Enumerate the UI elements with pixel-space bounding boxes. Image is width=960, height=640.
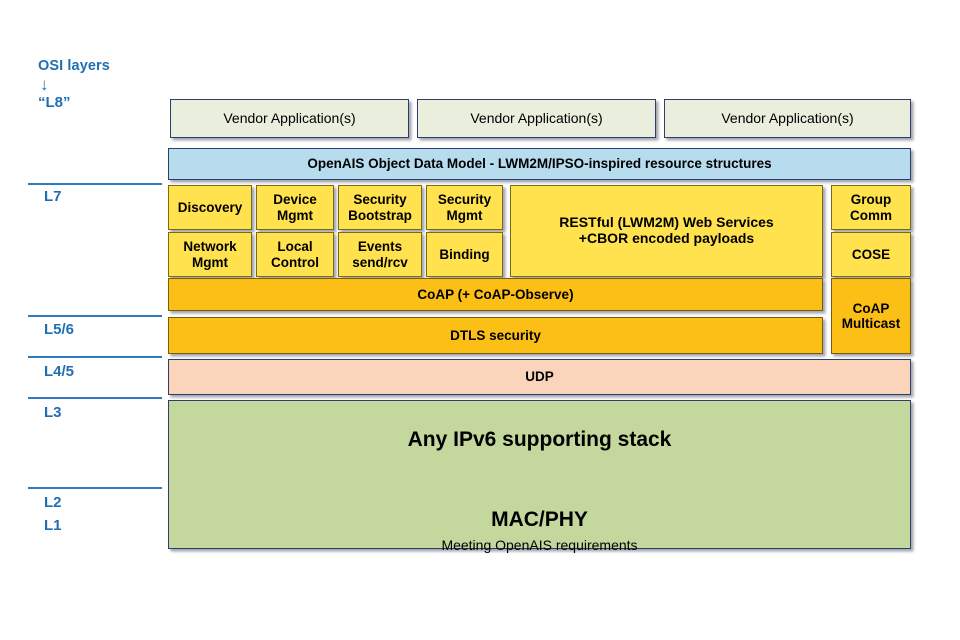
service-box-events[interactable]: Events send/rcv — [338, 232, 422, 277]
down-arrow-icon: ↓ — [40, 74, 49, 94]
restful-web-services-box[interactable]: RESTful (LWM2M) Web Services +CBOR encod… — [510, 185, 823, 277]
service-label-line1: COSE — [851, 246, 891, 262]
service-label-line1: Security — [437, 192, 492, 208]
service-label-line1: Security — [353, 192, 407, 208]
mac-phy-label: MAC/PHY — [491, 507, 588, 531]
service-label-line1: Binding — [439, 246, 490, 262]
service-box-cose[interactable]: COSE — [831, 232, 911, 277]
service-label-line2: Control — [271, 254, 319, 270]
service-box-security-bootstrap[interactable]: Security Bootstrap — [338, 185, 422, 230]
udp-label: UDP — [525, 369, 554, 385]
coap-multicast-box[interactable]: CoAP Multicast — [831, 278, 911, 354]
service-label-line2: send/rcv — [352, 254, 408, 270]
service-label-line2: Mgmt — [446, 207, 483, 223]
layer-separator-l3 — [28, 397, 162, 399]
layer-label-l1: L1 — [44, 517, 62, 534]
layer-label-l2: L2 — [44, 494, 62, 511]
layer-separator-l45 — [28, 356, 162, 358]
restful-label-line1: RESTful (LWM2M) Web Services — [559, 214, 774, 231]
service-box-device-mgmt[interactable]: Device Mgmt — [256, 185, 334, 230]
ipv6-stack-label: Any IPv6 supporting stack — [407, 428, 672, 451]
openais-requirements-label: Meeting OpenAIS requirements — [441, 537, 638, 554]
service-label-line2: Bootstrap — [348, 207, 412, 223]
physical-layer-box[interactable]: Any IPv6 supporting stack MAC/PHY Meetin… — [168, 400, 911, 553]
coap-multicast-label-line2: Multicast — [841, 316, 901, 331]
service-box-group-comm[interactable]: Group Comm — [831, 185, 911, 230]
layer-label-l7: L7 — [44, 188, 62, 205]
object-data-model-bar[interactable]: OpenAIS Object Data Model - LWM2M/IPSO-i… — [168, 148, 911, 180]
vendor-application-box-3[interactable]: Vendor Application(s) — [664, 99, 911, 138]
service-label-line1: Local — [277, 239, 313, 255]
service-label-line1: Discovery — [177, 199, 243, 215]
dtls-bar[interactable]: DTLS security — [168, 317, 823, 354]
layer-label-l56: L5/6 — [44, 321, 75, 338]
service-box-binding[interactable]: Binding — [426, 232, 503, 277]
vendor-application-box-2[interactable]: Vendor Application(s) — [417, 99, 656, 138]
coap-multicast-label-line1: CoAP — [852, 300, 890, 316]
service-box-security-mgmt[interactable]: Security Mgmt — [426, 185, 503, 230]
udp-bar[interactable]: UDP — [168, 359, 911, 395]
dtls-label: DTLS security — [450, 327, 541, 343]
layer-label-l3: L3 — [44, 404, 62, 421]
service-label-line2: Mgmt — [277, 207, 313, 223]
restful-label-line2: +CBOR encoded payloads — [578, 230, 755, 246]
service-label-line1: Group — [850, 192, 892, 208]
osi-legend: OSI layers ↓ “L8” — [38, 58, 168, 111]
service-label-line2: Mgmt — [192, 254, 228, 270]
coap-label: CoAP (+ CoAP-Observe) — [417, 286, 574, 302]
diagram-canvas: OSI layers ↓ “L8” L7 L5/6 L4/5 L3 L2 L1 … — [0, 0, 960, 640]
service-label-line1: Network — [183, 239, 237, 255]
service-box-local-control[interactable]: Local Control — [256, 232, 334, 277]
layer-label-l45: L4/5 — [44, 363, 75, 380]
layer-separator-l56 — [28, 315, 162, 317]
osi-legend-l8: “L8” — [38, 93, 71, 111]
vendor-application-label: Vendor Application(s) — [223, 109, 356, 126]
service-label-line1: Device — [273, 192, 317, 208]
osi-legend-title: OSI layers — [38, 58, 110, 74]
layer-separator-l2 — [28, 487, 162, 489]
vendor-application-box-1[interactable]: Vendor Application(s) — [170, 99, 409, 138]
service-label-line2: Comm — [849, 207, 892, 223]
vendor-application-label: Vendor Application(s) — [721, 109, 854, 126]
service-box-discovery[interactable]: Discovery — [168, 185, 252, 230]
coap-bar[interactable]: CoAP (+ CoAP-Observe) — [168, 278, 823, 311]
object-data-model-label: OpenAIS Object Data Model - LWM2M/IPSO-i… — [307, 156, 772, 172]
layer-separator-l7 — [28, 183, 162, 185]
service-box-network-mgmt[interactable]: Network Mgmt — [168, 232, 252, 277]
service-label-line1: Events — [357, 239, 403, 255]
vendor-application-label: Vendor Application(s) — [470, 109, 603, 126]
